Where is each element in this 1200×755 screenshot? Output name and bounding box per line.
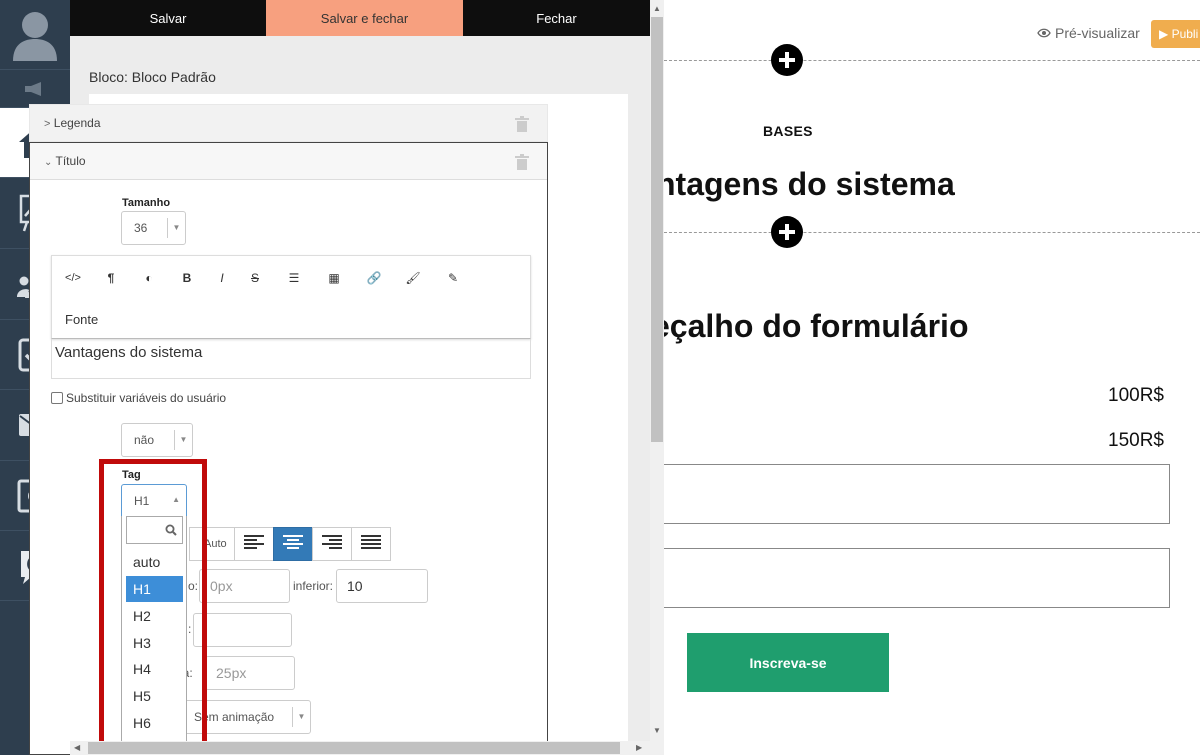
editor-vertical-scrollbar[interactable]: ▲ ▼ [650, 0, 664, 755]
accordion-legenda[interactable]: > Legenda [29, 104, 548, 142]
accordion-legenda-label: Legenda [53, 116, 101, 130]
tamanho-value: 36 [134, 221, 148, 235]
align-right-icon [322, 534, 342, 554]
substituir-variaveis-label: Substituir variáveis do usuário [66, 391, 227, 405]
align-center-button[interactable] [273, 527, 313, 561]
margin-superior-placeholder: 0px [210, 578, 233, 594]
chevron-down-icon: ▼ [174, 430, 192, 450]
page-preview: Pré-visualizar ▶ Publi BASES ntagens do … [664, 0, 1200, 755]
section-divider [664, 60, 1200, 61]
editor-toolbar: Salvar Salvar e fechar Fechar [70, 0, 650, 36]
brush-icon[interactable]: 🖌 [403, 269, 423, 287]
rte-font-menu[interactable]: Fonte [65, 312, 98, 327]
accordion-titulo-label: Título [55, 154, 86, 168]
table-icon[interactable]: ▦ [324, 269, 344, 287]
inferior-label: inferior: [293, 579, 334, 593]
horizontal-scroll-thumb[interactable] [88, 742, 620, 754]
align-left-button[interactable] [234, 527, 274, 561]
editor-horizontal-scrollbar[interactable]: ◀ ▶ [70, 741, 650, 755]
megaphone-icon [23, 81, 47, 96]
save-and-close-button[interactable]: Salvar e fechar [266, 0, 463, 36]
paragraph-icon[interactable]: ¶ [101, 269, 121, 287]
align-center-icon [283, 534, 303, 554]
color-contrast-icon[interactable]: ◐ [139, 269, 159, 287]
strikethrough-icon[interactable]: S [245, 269, 265, 287]
nao-select[interactable]: não ▼ [121, 423, 193, 457]
user-avatar-icon [11, 9, 59, 61]
rte-toolbar: </> ¶ ◐ B I S ☰ ▦ 🔗 🖌 ✎ Fonte [51, 255, 531, 339]
rte-content-area[interactable]: Vantagens do sistema [51, 339, 531, 379]
tamanho-label: Tamanho [122, 197, 171, 209]
preview-heading-2: eçalho do formulário [664, 308, 969, 344]
altura-input[interactable] [193, 613, 292, 647]
substituir-variaveis-checkbox[interactable]: Substituir variáveis do usuário [51, 391, 226, 405]
preview-price-1: 100R$ [1108, 385, 1164, 406]
scroll-down-icon[interactable]: ▼ [653, 726, 661, 735]
publish-button[interactable]: ▶ Publi [1151, 20, 1200, 48]
add-section-icon[interactable] [771, 216, 803, 248]
chevron-down-icon: ▼ [167, 218, 185, 238]
margin-inferior-input[interactable]: 10 [336, 569, 428, 603]
eye-icon [1037, 25, 1051, 41]
nao-value: não [134, 433, 155, 447]
accordion-titulo-header[interactable]: ⌄ Título [30, 143, 547, 180]
preview-heading-1: ntagens do sistema [664, 166, 955, 202]
align-justify-button[interactable] [351, 527, 391, 561]
section-divider [664, 232, 1200, 233]
subscribe-button[interactable]: Inscreva-se [687, 633, 889, 692]
preview-price-2: 150R$ [1108, 430, 1164, 451]
margin-inferior-value: 10 [347, 578, 363, 594]
accordion-legenda-header: > Legenda [44, 116, 101, 130]
align-right-button[interactable] [312, 527, 352, 561]
preview-link-label: Pré-visualizar [1055, 25, 1140, 41]
align-left-icon [244, 534, 264, 554]
italic-icon[interactable]: I [212, 269, 232, 287]
preview-bases-text: BASES [763, 123, 813, 139]
tamanho-select[interactable]: 36 ▼ [121, 211, 186, 245]
list-icon[interactable]: ☰ [284, 269, 304, 287]
checkbox-box[interactable] [51, 392, 63, 404]
preview-form-field-2[interactable] [664, 548, 1170, 608]
block-title: Bloco: Bloco Padrão [89, 69, 216, 85]
chevron-right-icon: > [44, 118, 51, 130]
align-justify-icon [361, 534, 381, 554]
preview-form-field-1[interactable] [664, 464, 1170, 524]
preview-link[interactable]: Pré-visualizar [1037, 25, 1140, 41]
alignment-group: Auto [189, 527, 391, 561]
link-icon[interactable]: 🔗 [364, 269, 384, 287]
nav-announcements[interactable] [0, 70, 70, 108]
add-section-icon[interactable] [771, 44, 803, 76]
chevron-down-icon: ▼ [292, 707, 310, 727]
altura-linha-input[interactable]: 25px [205, 656, 295, 690]
nav-user-avatar[interactable] [0, 0, 70, 70]
delete-legenda-icon[interactable] [515, 116, 529, 137]
delete-titulo-icon[interactable] [515, 154, 529, 175]
scroll-left-icon[interactable]: ◀ [74, 743, 80, 752]
close-button[interactable]: Fechar [463, 0, 650, 36]
save-button[interactable]: Salvar [70, 0, 266, 36]
rich-text-editor: </> ¶ ◐ B I S ☰ ▦ 🔗 🖌 ✎ Fonte Vantagens … [51, 255, 531, 379]
pencil-icon[interactable]: ✎ [443, 269, 463, 287]
bold-icon[interactable]: B [177, 269, 197, 287]
altura-linha-placeholder: 25px [216, 665, 247, 681]
vertical-scroll-thumb[interactable] [651, 17, 663, 442]
code-view-icon[interactable]: </> [63, 269, 83, 287]
scroll-up-icon[interactable]: ▲ [653, 4, 661, 13]
scroll-right-icon[interactable]: ▶ [636, 743, 642, 752]
annotation-highlight-box [99, 459, 207, 751]
margin-superior-input[interactable]: 0px [199, 569, 290, 603]
chevron-down-icon: ⌄ [44, 157, 53, 168]
